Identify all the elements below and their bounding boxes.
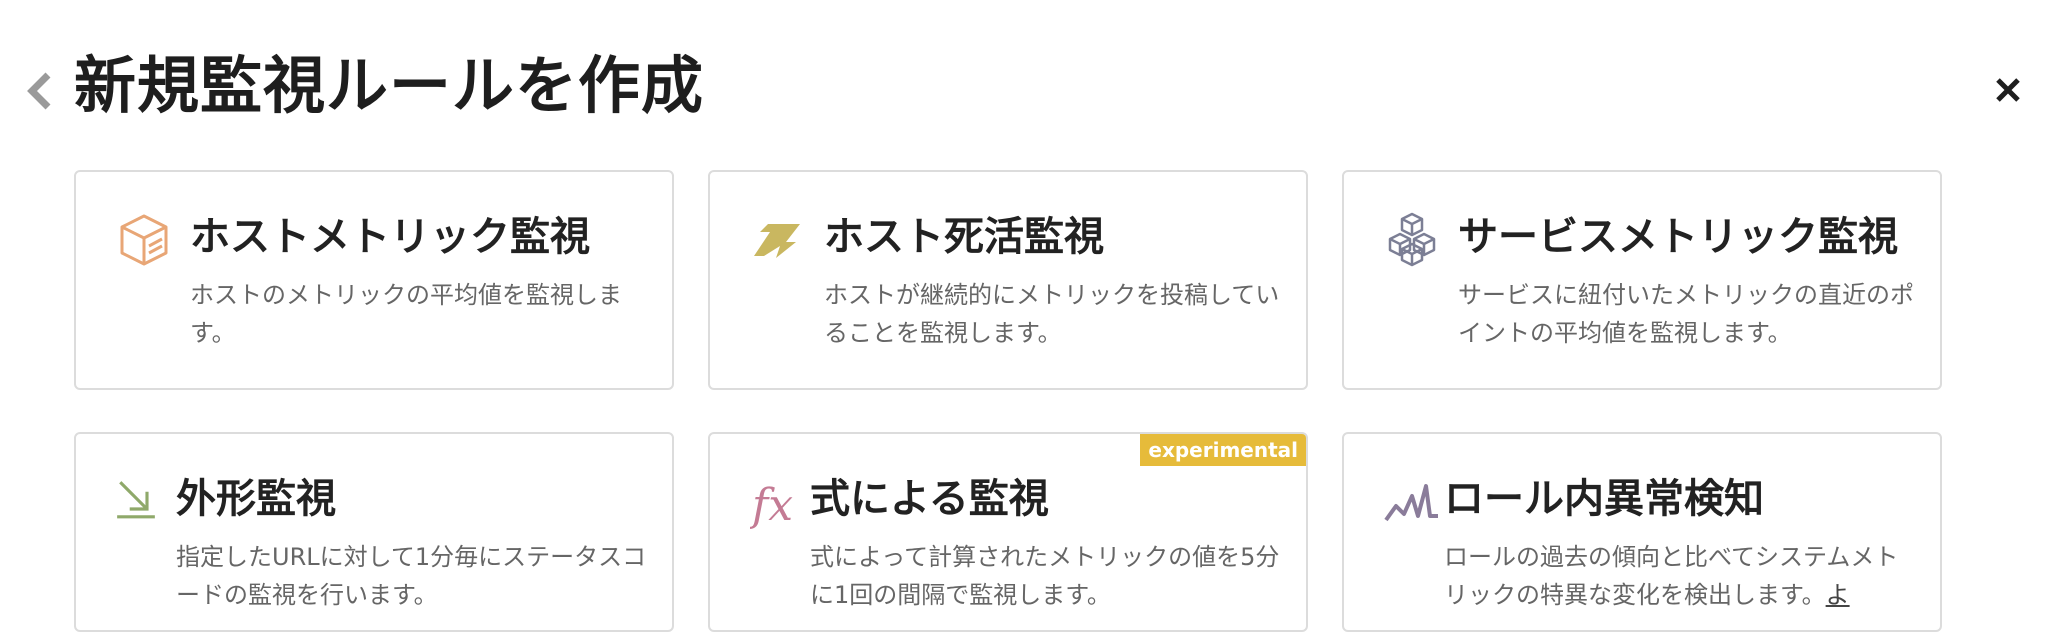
card-description: 指定したURLに対して1分毎にステータスコードの監視を行います。 [176, 543, 647, 609]
close-icon [1996, 78, 2020, 102]
card-title: ホスト死活監視 [824, 214, 1104, 260]
card-external-http[interactable]: 外形監視 指定したURLに対して1分毎にステータスコードの監視を行います。 [74, 432, 674, 632]
svg-text:fx: fx [750, 480, 793, 531]
card-role-anomaly[interactable]: ロール内異常検知 ロールの過去の傾向と比べてシステムメトリックの特異な変化を検出… [1342, 432, 1942, 632]
card-title: サービスメトリック監視 [1458, 214, 1898, 260]
close-button[interactable] [1990, 72, 2026, 108]
learn-more-link[interactable]: よ [1826, 581, 1850, 609]
chevron-left-icon [27, 72, 51, 110]
card-expression[interactable]: experimental fx 式による監視 式によって計算されたメトリックの値… [708, 432, 1308, 632]
stacked-cubes-icon [1388, 212, 1436, 267]
card-host-metric[interactable]: ホストメトリック監視 ホストのメトリックの平均値を監視します。 [74, 170, 674, 390]
card-description: サービスに紐付いたメトリックの直近のポイントの平均値を監視します。 [1458, 281, 1914, 347]
cube-icon [120, 214, 168, 266]
card-title: ロール内異常検知 [1444, 476, 1764, 522]
card-host-heartbeat[interactable]: ホスト死活監視 ホストが継続的にメトリックを投稿していることを監視します。 [708, 170, 1308, 390]
anomaly-wave-icon [1384, 484, 1438, 522]
card-service-metric[interactable]: サービスメトリック監視 サービスに紐付いたメトリックの直近のポイントの平均値を監… [1342, 170, 1942, 390]
fx-icon: fx [750, 480, 793, 531]
experimental-badge: experimental [1140, 434, 1306, 466]
header: 新規監視ルールを作成 [0, 0, 2060, 170]
heartbeat-zigzag-icon [754, 224, 800, 258]
card-description: ホストが継続的にメトリックを投稿していることを監視します。 [824, 281, 1280, 347]
card-title: ホストメトリック監視 [190, 214, 590, 260]
monitor-type-grid: ホストメトリック監視 ホストのメトリックの平均値を監視します。 ホスト死活監視 … [74, 170, 1946, 632]
card-title: 式による監視 [810, 476, 1049, 522]
page-title: 新規監視ルールを作成 [74, 49, 705, 122]
arrow-down-right-icon [117, 481, 155, 519]
back-button[interactable] [22, 70, 56, 112]
card-description: 式によって計算されたメトリックの値を5分に1回の間隔で監視します。 [810, 543, 1280, 609]
card-title: 外形監視 [176, 476, 336, 522]
card-description: ホストのメトリックの平均値を監視します。 [190, 281, 622, 347]
card-description: ロールの過去の傾向と比べてシステムメトリックの特異な変化を検出します。よ [1444, 538, 1916, 614]
